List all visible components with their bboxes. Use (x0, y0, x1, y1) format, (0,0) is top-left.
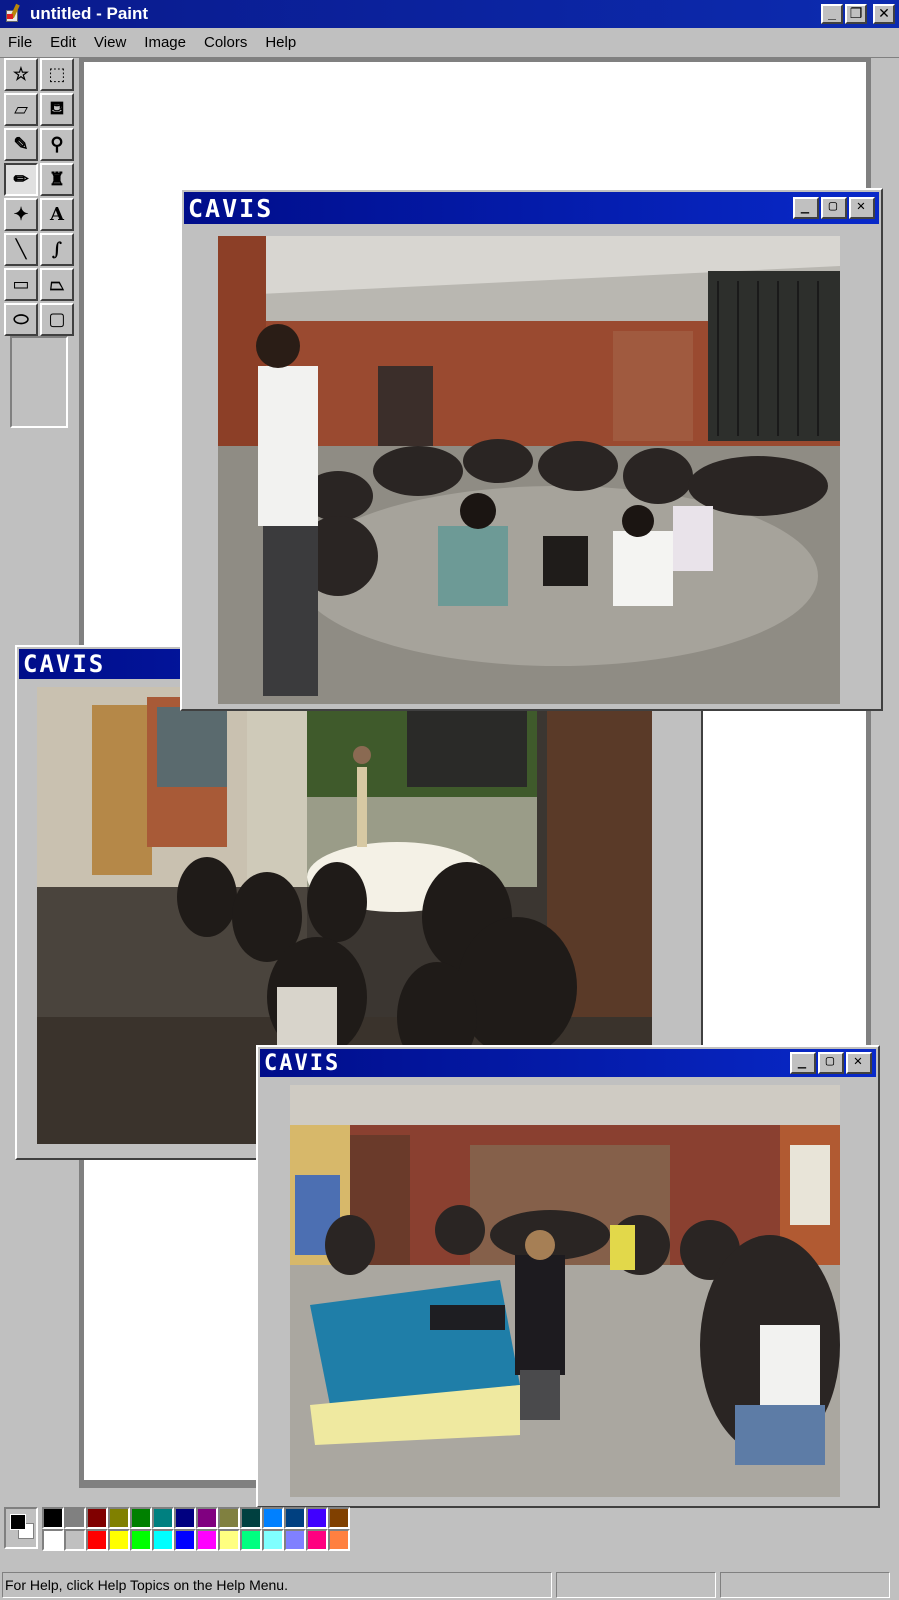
cavis-window-1-title: CAVIS (188, 193, 274, 223)
status-selection-size (720, 1572, 890, 1598)
free-form-select-icon: ☆ (12, 64, 30, 85)
menu-bar: File Edit View Image Colors Help (0, 28, 899, 58)
paint-app-icon[interactable] (4, 3, 24, 24)
brush-icon: ♜ (48, 169, 66, 190)
color-swatch[interactable] (196, 1529, 218, 1551)
window-title: untitled - Paint (30, 4, 149, 23)
color-swatch[interactable] (240, 1529, 262, 1551)
color-swatch[interactable] (108, 1507, 130, 1529)
current-colors[interactable] (4, 1507, 38, 1549)
tool-brush-button[interactable]: ♜ (40, 163, 74, 196)
color-swatch[interactable] (64, 1507, 86, 1529)
color-swatch[interactable] (64, 1529, 86, 1551)
color-swatch[interactable] (130, 1529, 152, 1551)
color-swatch[interactable] (328, 1507, 350, 1529)
tool-fill-button[interactable]: ⛾ (40, 93, 74, 126)
cavis-1-close-button[interactable]: ✕ (849, 197, 875, 219)
color-swatch[interactable] (174, 1507, 196, 1529)
color-swatch[interactable] (328, 1529, 350, 1551)
color-swatch[interactable] (262, 1529, 284, 1551)
cavis-window-1[interactable]: CAVIS _ ▢ ✕ (180, 188, 883, 711)
tool-rounded-rect-button[interactable]: ▢ (40, 303, 74, 336)
foreground-color-swatch (10, 1514, 26, 1530)
eyedropper-icon: ✎ (13, 134, 29, 155)
circle-meeting-photo (218, 236, 840, 704)
tool-line-button[interactable]: ╲ (4, 233, 38, 266)
color-swatch[interactable] (86, 1529, 108, 1551)
color-swatch[interactable] (42, 1529, 64, 1551)
menu-help[interactable]: Help (263, 32, 298, 53)
cavis-window-3-titlebar[interactable]: CAVIS _ ▢ ✕ (260, 1049, 876, 1077)
fill-bucket-icon: ⛾ (49, 97, 65, 119)
polygon-icon: ⏢ (49, 274, 65, 295)
restore-button[interactable]: ❐ (845, 4, 867, 24)
cavis-window-3[interactable]: CAVIS _ ▢ ✕ (256, 1045, 880, 1508)
rounded-rect-icon: ▢ (48, 309, 66, 330)
color-swatch[interactable] (240, 1507, 262, 1529)
tool-eraser-button[interactable]: ▱ (4, 93, 38, 126)
cavis-1-maximize-button[interactable]: ▢ (821, 197, 847, 219)
pool-table-photo (290, 1085, 840, 1497)
tool-grid: ☆ ⬚ ▱ ⛾ ✎ ⚲ ✏ ♜ ✦ A ╲ ∫ ▭ ⏢ ⬭ ▢ (4, 58, 76, 338)
rectangle-icon: ▭ (12, 274, 30, 295)
color-swatch[interactable] (218, 1507, 240, 1529)
tool-free-select-button[interactable]: ☆ (4, 58, 38, 91)
palette-swatches (42, 1507, 350, 1551)
rect-select-icon: ⬚ (48, 64, 66, 85)
tool-rect-select-button[interactable]: ⬚ (40, 58, 74, 91)
cavis-1-minimize-button[interactable]: _ (793, 197, 819, 219)
status-help-text: For Help, click Help Topics on the Help … (2, 1572, 552, 1598)
cavis-3-close-button[interactable]: ✕ (846, 1052, 872, 1074)
magnifier-icon: ⚲ (50, 134, 64, 155)
curve-icon: ∫ (51, 239, 63, 260)
ellipse-icon: ⬭ (13, 309, 29, 330)
cavis-3-maximize-button[interactable]: ▢ (818, 1052, 844, 1074)
line-icon: ╲ (15, 239, 27, 260)
close-button[interactable]: ✕ (873, 4, 895, 24)
tool-pencil-button[interactable]: ✏ (4, 163, 38, 196)
title-bar: untitled - Paint _ ❐ ✕ (0, 0, 899, 28)
color-swatch[interactable] (174, 1529, 196, 1551)
pool-table-photo-art (290, 1085, 840, 1497)
color-swatch[interactable] (306, 1529, 328, 1551)
minimize-button[interactable]: _ (821, 4, 843, 24)
pencil-icon: ✏ (13, 169, 29, 190)
color-swatch[interactable] (108, 1529, 130, 1551)
color-swatch[interactable] (152, 1529, 174, 1551)
color-swatch[interactable] (284, 1507, 306, 1529)
color-swatch[interactable] (42, 1507, 64, 1529)
color-swatch[interactable] (196, 1507, 218, 1529)
circle-meeting-photo-art (218, 236, 840, 704)
cavis-window-1-titlebar[interactable]: CAVIS _ ▢ ✕ (184, 192, 879, 224)
menu-view[interactable]: View (92, 32, 128, 53)
tool-pick-color-button[interactable]: ✎ (4, 128, 38, 161)
menu-image[interactable]: Image (142, 32, 188, 53)
color-swatch[interactable] (218, 1529, 240, 1551)
text-icon: A (50, 204, 64, 225)
menu-edit[interactable]: Edit (48, 32, 78, 53)
color-swatch[interactable] (152, 1507, 174, 1529)
tool-rectangle-button[interactable]: ▭ (4, 268, 38, 301)
color-swatch[interactable] (284, 1529, 306, 1551)
color-swatch[interactable] (130, 1507, 152, 1529)
color-swatch[interactable] (262, 1507, 284, 1529)
menu-colors[interactable]: Colors (202, 32, 249, 53)
tool-curve-button[interactable]: ∫ (40, 233, 74, 266)
color-palette (0, 1505, 360, 1555)
color-swatch[interactable] (306, 1507, 328, 1529)
tool-ellipse-button[interactable]: ⬭ (4, 303, 38, 336)
tool-magnifier-button[interactable]: ⚲ (40, 128, 74, 161)
airbrush-icon: ✦ (13, 204, 29, 225)
tool-polygon-button[interactable]: ⏢ (40, 268, 74, 301)
cavis-3-minimize-button[interactable]: _ (790, 1052, 816, 1074)
cavis-window-3-title: CAVIS (264, 1050, 341, 1076)
status-cursor-position (556, 1572, 716, 1598)
color-swatch[interactable] (86, 1507, 108, 1529)
eraser-icon: ▱ (14, 99, 28, 120)
status-bar: For Help, click Help Topics on the Help … (0, 1570, 899, 1600)
menu-file[interactable]: File (6, 32, 34, 53)
tool-text-button[interactable]: A (40, 198, 74, 231)
tool-airbrush-button[interactable]: ✦ (4, 198, 38, 231)
tool-options-panel[interactable] (10, 336, 68, 428)
